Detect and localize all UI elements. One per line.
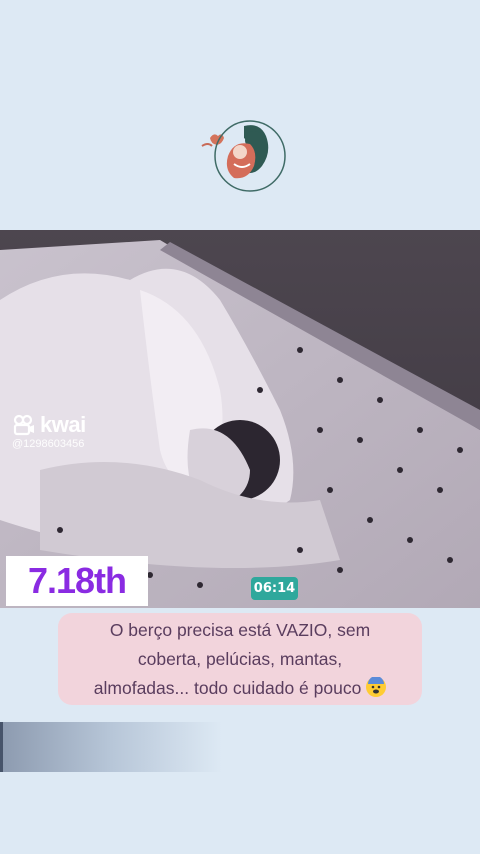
- video-timer: 06:14: [251, 577, 298, 600]
- kwai-brand: kwai: [40, 412, 86, 437]
- caption-line-2: coberta, pelúcias, mantas,: [137, 648, 343, 669]
- caption-box: O berço precisa está VAZIO, sem coberta,…: [58, 613, 422, 705]
- gradient-strip: [0, 722, 222, 772]
- caption-line-3: almofadas... todo cuidado é pouco: [93, 677, 362, 698]
- user-handle: @1298603456: [12, 438, 85, 450]
- kwai-camera-icon: [13, 414, 34, 436]
- anxious-face-icon: [366, 675, 387, 697]
- kwai-watermark: kwai @1298603456: [12, 412, 86, 450]
- rank-badge: 7.18th: [6, 556, 148, 606]
- caption-line-1: O berço precisa está VAZIO, sem: [109, 619, 371, 640]
- mother-baby-logo: [201, 120, 286, 192]
